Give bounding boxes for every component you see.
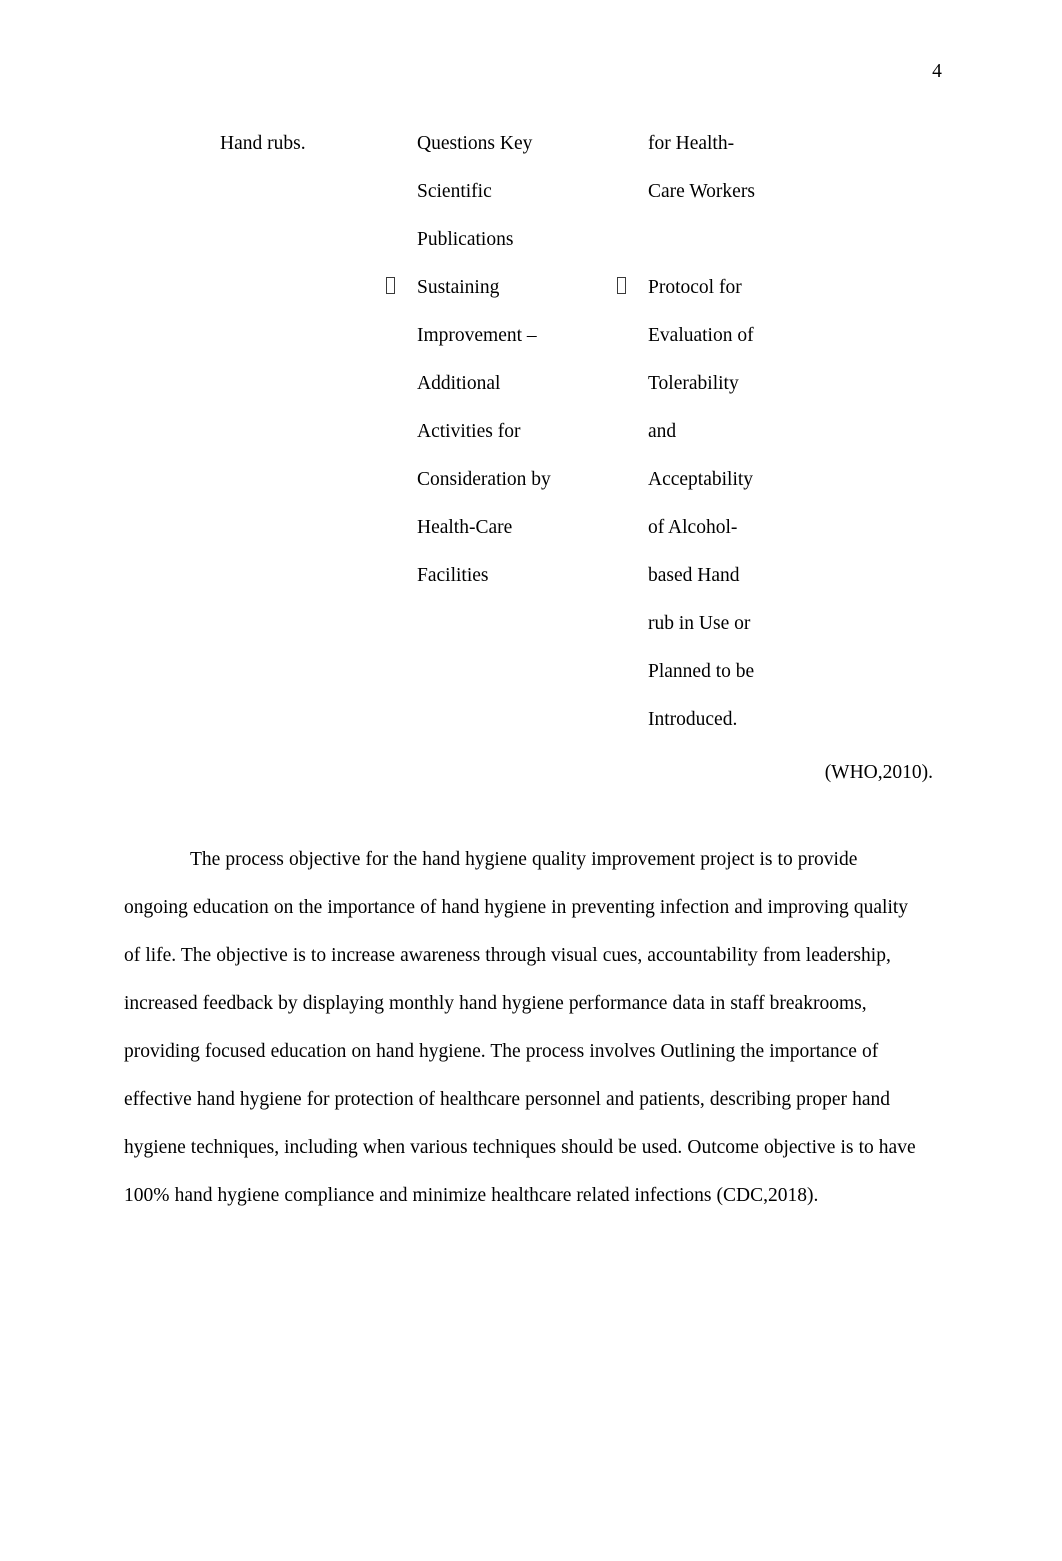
column-three-line-text: Acceptability [648, 469, 754, 490]
column-three-line: and [648, 408, 853, 456]
column-three-line: Care Workers [648, 168, 853, 216]
column-three-line-text: and [648, 421, 677, 442]
citation-who: (WHO,2010). [824, 762, 933, 783]
column-two-line-text: Publications [417, 229, 514, 250]
column-three-line-text: for Health- [648, 133, 735, 154]
column-three-line: Acceptability [648, 456, 853, 504]
column-two-line: Health-Care [417, 504, 632, 552]
column-two-line: Questions Key [417, 120, 632, 168]
column-three-line [648, 216, 853, 264]
column-two-line: Scientific [417, 168, 632, 216]
column-three-line-text: Tolerability [648, 373, 739, 394]
column-three-line: Tolerability [648, 360, 853, 408]
column-two: Questions Key Scientific Publications Susta… [386, 120, 632, 600]
column-three-line: rub in Use or [648, 600, 853, 648]
column-two-line: Improvement – [417, 312, 632, 360]
document-page: 4 Hand rubs. Questions Key Scientific Publ… [0, 0, 1062, 1561]
column-three-line: Introduced. [648, 696, 853, 744]
column-two-line: Publications [417, 216, 632, 264]
body-paragraph: The process objective for the hand hygie… [124, 848, 916, 1206]
three-column-list-block: Hand rubs. Questions Key Scientific Public… [124, 120, 938, 730]
column-three-line-text: Evaluation of [648, 325, 754, 346]
column-two-line-text: Activities for [417, 421, 521, 442]
column-two-line-text: Consideration by [417, 469, 551, 490]
column-three-line-text: based Hand [648, 565, 740, 586]
column-two-line-text: Improvement – [417, 325, 537, 346]
column-two-line: Facilities [417, 552, 632, 600]
column-two-line-text: Facilities [417, 565, 489, 586]
column-two-line: Activities for [417, 408, 632, 456]
bullet-marker-icon [386, 277, 395, 294]
column-one: Hand rubs. [220, 120, 420, 168]
column-three: for Health- Care Workers Protocol for Eval… [617, 120, 853, 744]
column-two-bullet-line: Sustaining [386, 264, 632, 312]
column-two-line-text: Health-Care [417, 517, 513, 538]
column-three-line: Planned to be [648, 648, 853, 696]
page-number: 4 [932, 61, 942, 82]
column-two-line-text: Sustaining [417, 277, 500, 298]
column-three-line: of Alcohol- [648, 504, 853, 552]
column-three-line: for Health- [648, 120, 853, 168]
column-three-line-text: Care Workers [648, 181, 755, 202]
column-three-line-text: of Alcohol- [648, 517, 738, 538]
column-two-line-text: Questions Key [417, 133, 533, 154]
column-two-line-text: Scientific [417, 181, 492, 202]
column-three-bullet-line: Protocol for [617, 264, 853, 312]
column-two-line: Consideration by [417, 456, 632, 504]
column-two-line-text: Additional [417, 373, 501, 394]
column-two-line: Additional [417, 360, 632, 408]
column-three-line-text: Protocol for [648, 277, 742, 298]
column-one-line: Hand rubs. [220, 133, 306, 154]
column-three-line: based Hand [648, 552, 853, 600]
column-three-line-text: Planned to be [648, 661, 755, 682]
column-three-line: Evaluation of [648, 312, 853, 360]
bullet-marker-icon [617, 277, 626, 294]
column-three-line-text: Introduced. [648, 709, 738, 730]
column-three-line-text [648, 229, 653, 250]
column-three-line-text: rub in Use or [648, 613, 751, 634]
